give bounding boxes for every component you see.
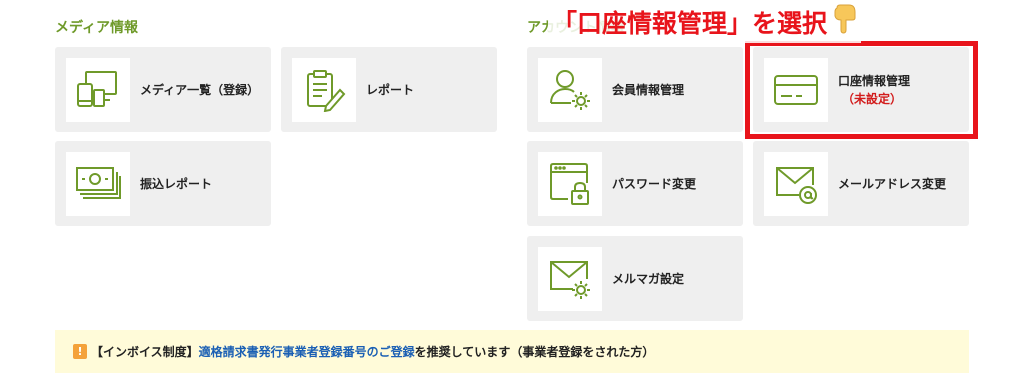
clipboard-edit-icon [292,57,356,122]
report-card[interactable]: レポート [281,47,497,132]
transfer-report-label: 振込レポート [140,176,213,191]
mail-gear-icon [538,246,602,311]
notice-prefix: 【インボイス制度】 [91,345,199,359]
report-label: レポート [366,82,415,97]
media-list-label: メディア一覧（登録） [140,82,260,97]
transfer-report-card[interactable]: 振込レポート [55,141,271,226]
annotation-text: 「口座情報管理」を選択 [552,8,828,38]
media-section-title: メディア情報 [55,20,139,36]
invoice-registration-link[interactable]: 適格請求書発行事業者登録番号のご登録 [199,343,415,360]
bank-account-card[interactable]: 口座情報管理 （未設定） [753,47,969,132]
annotation-callout: 「口座情報管理」を選択 [548,4,862,43]
member-info-label: 会員情報管理 [612,82,685,97]
mail-at-icon [764,151,828,216]
notice-suffix: を推奨しています（事業者登録をされた方） [414,345,655,359]
pointing-hand-icon [831,4,857,43]
email-card[interactable]: メールアドレス変更 [753,141,969,226]
newsletter-card[interactable]: メルマガ設定 [527,236,743,321]
browser-lock-icon [538,151,602,216]
bank-account-status: （未設定） [842,91,903,106]
bank-account-label: 口座情報管理 [838,73,911,88]
media-list-card[interactable]: メディア一覧（登録） [55,47,271,132]
user-gear-icon [538,57,602,122]
member-info-card[interactable]: 会員情報管理 [527,47,743,132]
warning-icon: ! [73,344,87,359]
devices-icon [66,57,130,122]
invoice-notice: ! 【インボイス制度】 適格請求書発行事業者登録番号のご登録 を推奨しています（… [55,330,969,373]
cash-stack-icon [66,151,130,216]
password-card[interactable]: パスワード変更 [527,141,743,226]
email-label: メールアドレス変更 [838,176,947,191]
newsletter-label: メルマガ設定 [612,271,685,286]
password-label: パスワード変更 [612,176,697,191]
bank-account-label-group: 口座情報管理 （未設定） [838,72,910,108]
credit-card-icon [764,57,828,122]
